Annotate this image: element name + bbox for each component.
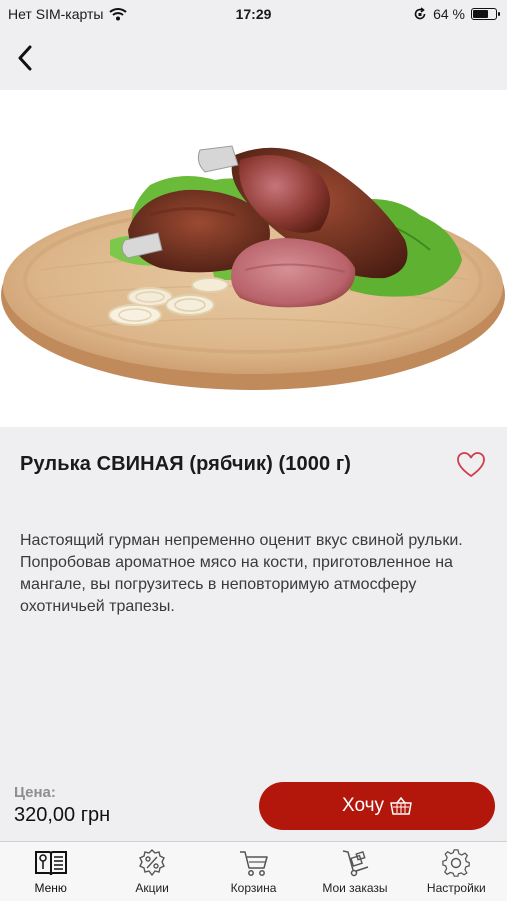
price-label: Цена: bbox=[14, 784, 56, 801]
tab-settings-label: Настройки bbox=[426, 881, 486, 895]
product-description: Настоящий гурман непременно оценит вкус … bbox=[20, 532, 463, 615]
tab-cart-label: Корзина bbox=[230, 881, 277, 895]
back-button[interactable] bbox=[10, 36, 40, 80]
tab-my-orders[interactable]: Мои заказы bbox=[304, 842, 405, 901]
status-right: 64 % bbox=[413, 6, 500, 22]
cart-icon bbox=[239, 851, 268, 876]
percent-badge-icon bbox=[139, 849, 166, 877]
want-button[interactable]: Хочу bbox=[259, 782, 495, 830]
tab-menu-label: Меню bbox=[34, 881, 67, 895]
tab-settings[interactable]: Настройки bbox=[406, 842, 507, 901]
gear-icon bbox=[442, 849, 471, 877]
tab-bar: Меню Акции Корзина Мои заказы Настройки bbox=[0, 841, 507, 901]
tab-promotions-label: Акции bbox=[135, 881, 169, 895]
grilled-pork-knuckle-image bbox=[1, 145, 505, 390]
status-bar: Нет SIM-карты 17:29 64 % bbox=[0, 0, 507, 28]
battery-percent: 64 % bbox=[433, 6, 465, 22]
product-title-row: Рулька СВИНАЯ (рябчик) (1000 г) bbox=[0, 427, 507, 507]
heart-icon bbox=[457, 452, 485, 477]
tab-promotions[interactable]: Акции bbox=[101, 842, 202, 901]
hand-truck-icon bbox=[342, 850, 369, 877]
orientation-lock-icon bbox=[414, 7, 426, 20]
menu-book-icon bbox=[34, 851, 67, 876]
battery-icon bbox=[471, 8, 500, 20]
product-photo bbox=[0, 90, 507, 427]
favorite-button[interactable] bbox=[455, 449, 487, 481]
tab-menu[interactable]: Меню bbox=[0, 842, 101, 901]
chevron-left-icon bbox=[18, 45, 32, 71]
basket-icon bbox=[390, 797, 412, 815]
tab-cart[interactable]: Корзина bbox=[203, 842, 304, 901]
tab-my-orders-label: Мои заказы bbox=[322, 881, 388, 895]
product-title: Рулька СВИНАЯ (рябчик) (1000 г) bbox=[20, 453, 352, 475]
want-button-label: Хочу bbox=[341, 795, 384, 816]
price-value: 320,00 грн bbox=[14, 804, 111, 826]
navigation-bar bbox=[0, 28, 507, 90]
